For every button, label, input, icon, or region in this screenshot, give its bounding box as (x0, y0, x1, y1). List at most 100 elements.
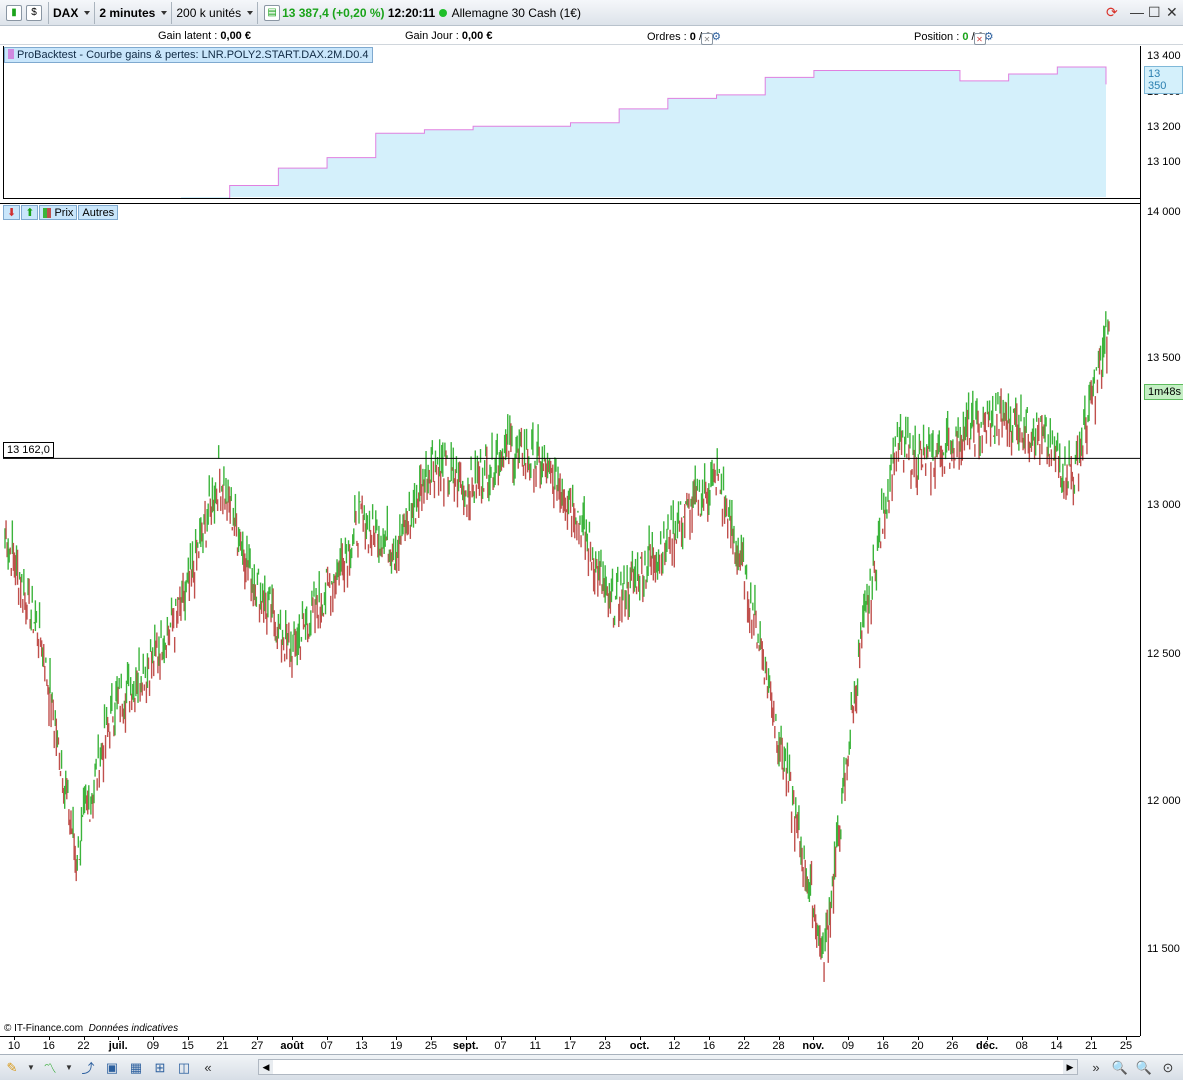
x-axis-tick (743, 1037, 745, 1040)
maximize-icon[interactable]: ☐ (1148, 4, 1161, 21)
x-axis-label: août (280, 1040, 304, 1052)
equity-y-label: 13 100 (1147, 156, 1181, 168)
x-axis-label: 09 (146, 1040, 160, 1052)
layout-icon[interactable]: ◫ (174, 1058, 194, 1078)
price-info: ▤ 13 387,4 (+0,20 %) 12:20:11 Allemagne … (258, 2, 585, 24)
x-axis-label: 07 (494, 1040, 507, 1052)
sell-arrow-button[interactable]: ⬇ (3, 205, 21, 220)
price-chart (3, 311, 1140, 982)
scroll-left-fast-icon[interactable]: « (198, 1058, 218, 1078)
scroll-right-icon[interactable]: ▶ (1063, 1060, 1077, 1074)
x-axis-tick (987, 1037, 988, 1040)
x-axis-tick (1091, 1037, 1093, 1040)
x-axis-tick (500, 1037, 502, 1040)
close-icon[interactable]: ✕ (1166, 4, 1178, 21)
zoom-out-icon[interactable]: 🔍 (1110, 1058, 1130, 1078)
refresh-icon[interactable]: ⟳ (1106, 4, 1118, 21)
x-axis-tick (83, 1037, 85, 1040)
close-position-icon[interactable]: ✕ (973, 33, 986, 45)
share-icon[interactable]: ⤴ (78, 1058, 98, 1078)
scroll-left-icon[interactable]: ◀ (259, 1060, 273, 1074)
gain-jour-label: Gain Jour : (405, 30, 459, 42)
chart-type-selector[interactable]: ▮ $ (0, 1, 49, 24)
bar-countdown: 1m48s (1144, 384, 1183, 400)
scroll-right-fast-icon[interactable]: » (1086, 1058, 1106, 1078)
add-chart-icon[interactable]: ⊞ (150, 1058, 170, 1078)
x-axis-label: 20 (911, 1040, 924, 1052)
window-icon[interactable]: ▣ (102, 1058, 122, 1078)
position-value: 0 (962, 31, 969, 43)
x-axis-label: 13 (355, 1040, 368, 1052)
x-axis-tick (1021, 1037, 1023, 1040)
grid-icon[interactable]: ▦ (126, 1058, 146, 1078)
x-axis-tick (570, 1037, 571, 1040)
price-y-label: 13 500 (1147, 352, 1181, 364)
horizontal-line-label[interactable]: 13 162,0 (3, 442, 54, 458)
x-axis-tick (674, 1037, 676, 1040)
backtest-color-icon (8, 49, 14, 59)
x-axis-label: 28 (772, 1040, 785, 1052)
gain-jour: Gain Jour : 0,00 € (405, 30, 492, 42)
chevron-down-icon (247, 10, 254, 15)
chart-mini-icon: ▤ (264, 4, 281, 21)
x-axis-label: 16 (42, 1040, 55, 1052)
x-axis-label: nov. (802, 1040, 825, 1052)
x-axis-label: 25 (1119, 1040, 1133, 1052)
main-toolbar: ▮ $ DAX 2 minutes 200 k unités ▤ 13 387,… (0, 0, 1183, 26)
buy-arrow-button[interactable]: ⬆ (21, 205, 39, 220)
x-axis-tick (118, 1037, 120, 1040)
tab-autres-label: Autres (82, 206, 115, 219)
price-y-label: 12 000 (1147, 795, 1181, 807)
x-axis-label: 27 (251, 1040, 264, 1052)
x-axis-tick (431, 1037, 432, 1040)
instrument-selector[interactable]: DAX (49, 1, 96, 24)
backtest-title: ProBacktest - Courbe gains & pertes: LNR… (4, 47, 373, 63)
x-axis-tick (257, 1037, 259, 1040)
x-axis-tick (222, 1037, 224, 1040)
y-axis-line (1140, 46, 1141, 1036)
timeframe-selector[interactable]: 2 minutes (95, 1, 173, 24)
chevron-down-icon (161, 10, 168, 15)
price-y-label: 14 000 (1147, 206, 1181, 218)
gain-jour-value: 0,00 € (461, 30, 493, 42)
x-axis-label: 08 (1015, 1040, 1028, 1052)
x-axis-label: 25 (424, 1040, 438, 1052)
price-change: (+0,20 %) (332, 5, 385, 20)
minimize-icon[interactable]: — (1130, 4, 1144, 20)
backtest-title-text: ProBacktest - Courbe gains & pertes: LNR… (17, 49, 369, 61)
tab-autres[interactable]: Autres (78, 205, 119, 220)
ordres: Ordres : 0 ✕ / 0⚙ (647, 30, 721, 45)
x-axis-tick (848, 1037, 849, 1040)
x-axis-label: 16 (876, 1040, 889, 1052)
indicator-icon[interactable]: 〽 (40, 1058, 60, 1078)
chevron-down-icon[interactable]: ▼ (26, 1058, 36, 1078)
candlestick-icon: ▮ (6, 4, 22, 21)
tab-prix[interactable]: Prix (39, 205, 78, 220)
x-axis: 10 16 22 juil. 09 15 21 27 août 07 13 19 25 sept. 07 11… (0, 1036, 1140, 1054)
price-y-label: 11 500 (1147, 943, 1180, 955)
x-axis-label: juil. (108, 1040, 128, 1052)
tab-prix-label: Prix (54, 206, 74, 219)
indicator-tabs: ⬇ ⬆ Prix Autres (3, 205, 119, 220)
cancel-orders-icon[interactable]: ✕ (700, 33, 713, 45)
x-axis-tick (882, 1037, 884, 1040)
x-axis-tick (709, 1037, 710, 1040)
zoom-in-icon[interactable]: 🔍 (1134, 1058, 1154, 1078)
x-axis-label: 22 (77, 1040, 90, 1052)
x-axis-tick (153, 1037, 154, 1040)
x-axis-tick (14, 1037, 15, 1040)
zoom-reset-icon[interactable]: ⊙ (1158, 1058, 1178, 1078)
chevron-down-icon[interactable]: ▼ (64, 1058, 74, 1078)
clock-time: 12:20:11 (387, 5, 436, 20)
x-axis-tick (813, 1037, 815, 1040)
x-axis-label: 17 (563, 1040, 577, 1052)
x-axis-label: 10 (7, 1040, 21, 1052)
x-axis-tick (48, 1037, 50, 1040)
horizontal-scrollbar[interactable]: ◀ ▶ (258, 1059, 1078, 1075)
x-axis-tick (639, 1037, 641, 1040)
x-axis-tick (292, 1037, 293, 1040)
x-axis-label: déc. (975, 1040, 999, 1052)
pencil-icon[interactable]: ✎ (2, 1058, 22, 1078)
units-selector[interactable]: 200 k unités (172, 1, 259, 24)
units-label: 200 k unités (176, 5, 242, 20)
